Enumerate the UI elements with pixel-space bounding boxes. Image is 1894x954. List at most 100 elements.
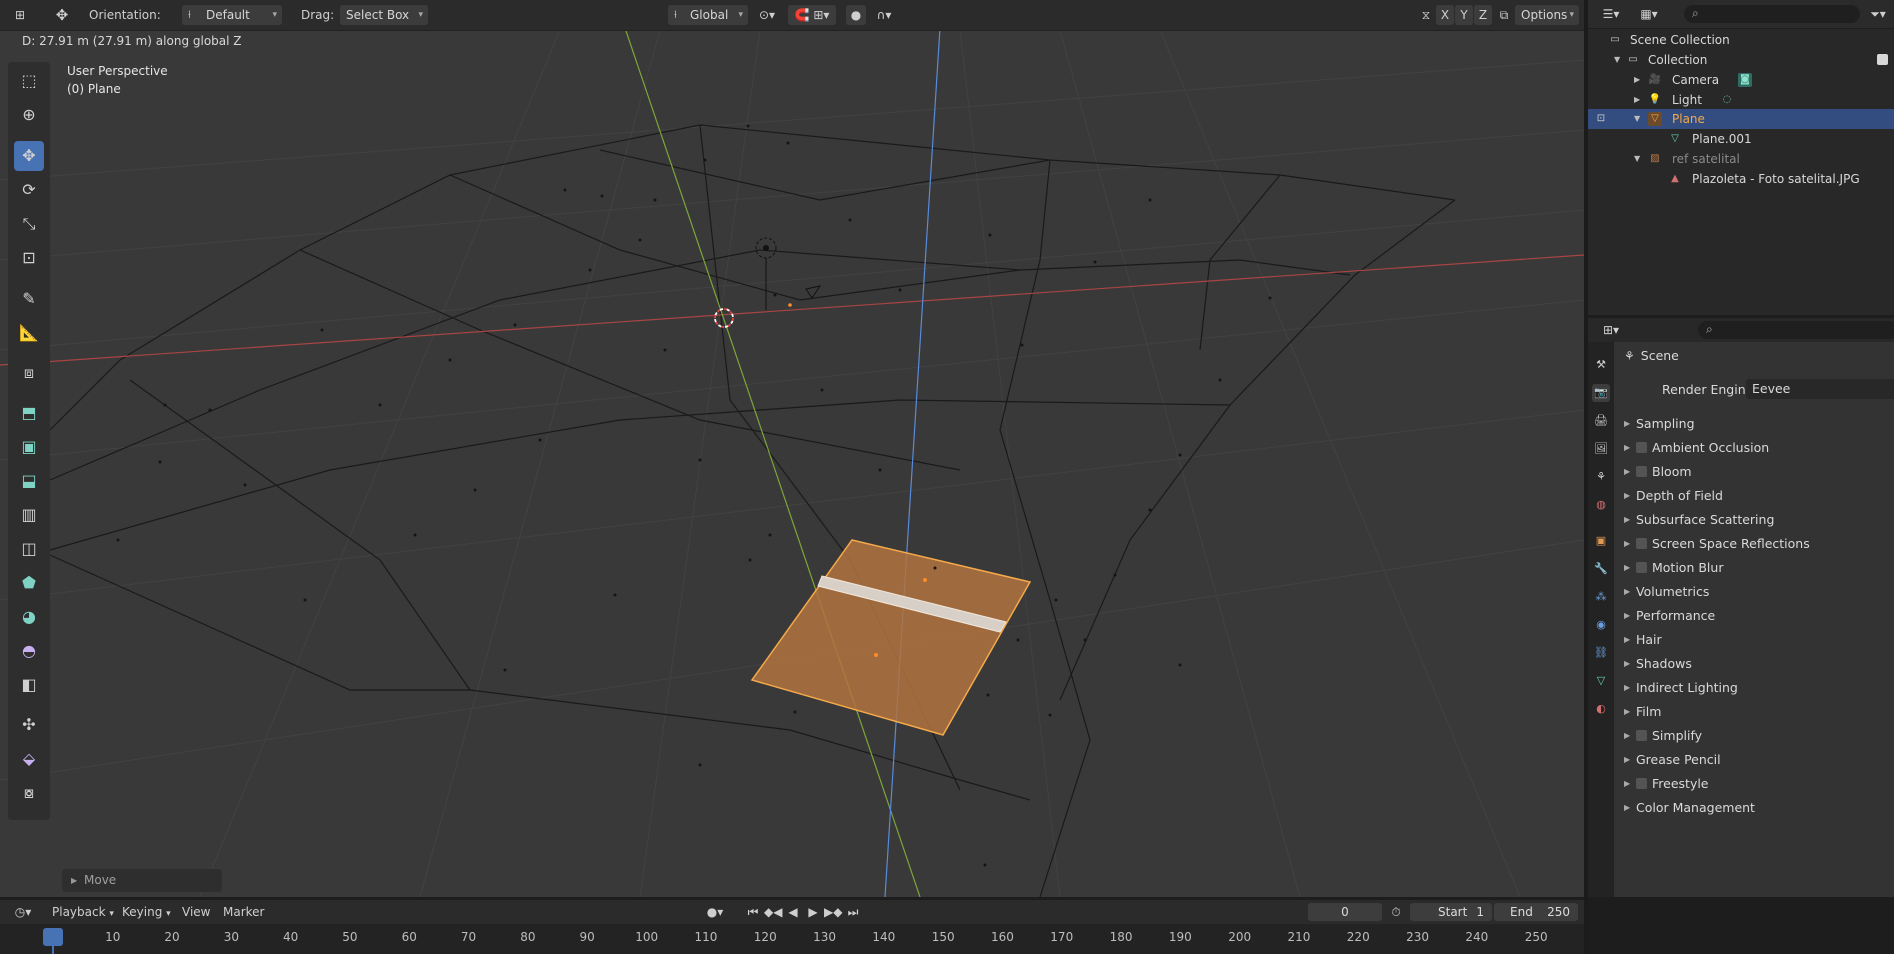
modifier-tab-icon[interactable]: 🔧 — [1592, 560, 1610, 578]
panel-subsurface-scattering[interactable]: ▶ Subsurface Scattering — [1614, 508, 1894, 532]
annotate-tool-icon[interactable]: ✎ — [14, 284, 44, 314]
axis-y-button[interactable]: Y — [1455, 5, 1473, 25]
transform-space-dropdown[interactable]: ⟊ Global ▾ — [668, 5, 748, 25]
pivot-point-icon[interactable]: ⊙▾ — [752, 5, 782, 25]
panel-film[interactable]: ▶ Film — [1614, 700, 1894, 724]
rotate-tool-icon[interactable]: ⟳ — [14, 175, 44, 205]
smooth-tool-icon[interactable]: ◓ — [14, 636, 44, 666]
scene-tab-icon[interactable]: ⚘ — [1592, 468, 1610, 486]
panel-enable-checkbox[interactable] — [1636, 562, 1647, 573]
panel-enable-checkbox[interactable] — [1636, 538, 1647, 549]
extrude-tool-icon[interactable]: ⬒ — [14, 398, 44, 428]
start-frame-field[interactable]: Start 1 — [1410, 903, 1492, 921]
stopwatch-icon[interactable]: ⏱ — [1386, 902, 1406, 922]
editor-type-icon[interactable]: ◷▾ — [8, 902, 38, 922]
editor-type-icon[interactable]: ☰▾ — [1596, 4, 1626, 24]
world-tab-icon[interactable]: ◍ — [1592, 496, 1610, 514]
3d-viewport[interactable]: ⊞ ✥ Orientation: ⟊ Default ▾ Drag: Selec… — [0, 0, 1584, 897]
outliner-row-camera[interactable]: ▶ 🎥 Camera ◙ — [1588, 70, 1894, 90]
shrink-fatten-tool-icon[interactable]: ✣ — [14, 710, 44, 740]
properties-search-input[interactable]: ⌕ — [1698, 321, 1894, 339]
filter-icon[interactable]: ⏷▾ — [1864, 4, 1892, 24]
move-tool-icon[interactable]: ✥ — [50, 5, 74, 25]
panel-enable-checkbox[interactable] — [1636, 730, 1647, 741]
panel-simplify[interactable]: ▶ Simplify — [1614, 724, 1894, 748]
data-tab-icon[interactable]: ▽ — [1592, 672, 1610, 690]
outliner-row-plane-001[interactable]: ▽ Plane.001 — [1588, 129, 1894, 149]
auto-merge-icon[interactable]: ⧉ — [1495, 5, 1513, 25]
outliner-row-collection[interactable]: ▼ ▭ Collection — [1588, 50, 1894, 70]
constraints-tab-icon[interactable]: ⛓ — [1592, 644, 1610, 662]
edge-slide-tool-icon[interactable]: ◧ — [14, 670, 44, 700]
timeline-ruler[interactable]: 0102030405060708090100110120130140150160… — [0, 924, 1584, 954]
bevel-tool-icon[interactable]: ⬓ — [14, 466, 44, 496]
object-tab-icon[interactable]: ▣ — [1592, 532, 1610, 550]
chevron-down-icon[interactable]: ▼ — [1614, 50, 1620, 70]
jump-end-icon[interactable]: ⏭ — [844, 902, 862, 922]
measure-tool-icon[interactable]: 📐 — [14, 318, 44, 348]
edit-mode-icon[interactable]: ⊡ — [1594, 112, 1608, 126]
play-reverse-icon[interactable]: ◀ — [784, 902, 802, 922]
axis-z-button[interactable]: Z — [1474, 5, 1492, 25]
transform-tool-icon[interactable]: ⊡ — [14, 243, 44, 273]
playback-menu[interactable]: Playback ▾ — [52, 902, 114, 922]
record-icon[interactable]: ●▾ — [700, 902, 730, 922]
exclude-checkbox[interactable] — [1877, 54, 1888, 65]
outliner-row-light[interactable]: ▶ 💡 Light ◌ — [1588, 90, 1894, 110]
poly-build-tool-icon[interactable]: ⬟ — [14, 568, 44, 598]
knife-tool-icon[interactable]: ◫ — [14, 534, 44, 564]
snap-icon[interactable]: 🧲 ⊞▾ — [788, 5, 836, 25]
jump-keyframe-forward-icon[interactable]: ▶◆ — [824, 902, 842, 922]
panel-shadows[interactable]: ▶ Shadows — [1614, 652, 1894, 676]
add-cube-tool-icon[interactable]: ⧈ — [14, 358, 44, 388]
rip-region-tool-icon[interactable]: ⧇ — [14, 778, 44, 808]
outliner-row-ref-satelital[interactable]: ▼ ▨ ref satelital — [1588, 149, 1894, 169]
outliner-row-scene-collection[interactable]: ▭ Scene Collection — [1588, 30, 1894, 50]
end-frame-field[interactable]: End 250 — [1494, 903, 1578, 921]
panel-hair[interactable]: ▶ Hair — [1614, 628, 1894, 652]
physics-tab-icon[interactable]: ◉ — [1592, 616, 1610, 634]
panel-sampling[interactable]: ▶ Sampling — [1614, 412, 1894, 436]
display-mode-icon[interactable]: ▦▾ — [1632, 4, 1666, 24]
outliner-row-plane[interactable]: ⊡ ▼ ▽ Plane — [1588, 109, 1894, 129]
view-menu[interactable]: View — [182, 902, 210, 922]
view-layer-tab-icon[interactable]: 🖼 — [1592, 440, 1610, 458]
playhead[interactable] — [43, 928, 63, 946]
last-operator-panel[interactable]: ▶ Move — [62, 869, 222, 892]
material-tab-icon[interactable]: ◐ — [1592, 700, 1610, 718]
chevron-down-icon[interactable]: ▼ — [1634, 149, 1640, 169]
chevron-right-icon[interactable]: ▶ — [1634, 70, 1640, 90]
panel-motion-blur[interactable]: ▶ Motion Blur — [1614, 556, 1894, 580]
drag-dropdown[interactable]: Select Box ▾ — [340, 5, 428, 25]
panel-ambient-occlusion[interactable]: ▶ Ambient Occlusion — [1614, 436, 1894, 460]
loop-cut-tool-icon[interactable]: ▥ — [14, 500, 44, 530]
shear-tool-icon[interactable]: ⬙ — [14, 744, 44, 774]
editor-type-icon[interactable]: ⊞ — [8, 5, 32, 25]
panel-enable-checkbox[interactable] — [1636, 466, 1647, 477]
orientation-dropdown[interactable]: ⟊ Default ▾ — [182, 5, 282, 25]
camera-object[interactable] — [805, 285, 822, 299]
panel-enable-checkbox[interactable] — [1636, 442, 1647, 453]
move-tool-icon[interactable]: ✥ — [14, 141, 44, 171]
mirror-icon[interactable]: ⧖ — [1416, 5, 1436, 25]
jump-keyframe-back-icon[interactable]: ◆◀ — [764, 902, 782, 922]
light-object[interactable] — [755, 237, 777, 310]
editor-type-icon[interactable]: ⊞▾ — [1596, 320, 1626, 340]
panel-freestyle[interactable]: ▶ Freestyle — [1614, 772, 1894, 796]
panel-screen-space-reflections[interactable]: ▶ Screen Space Reflections — [1614, 532, 1894, 556]
spin-tool-icon[interactable]: ◕ — [14, 602, 44, 632]
scale-tool-icon[interactable]: ⤡ — [14, 209, 44, 239]
play-icon[interactable]: ▶ — [804, 902, 822, 922]
panel-enable-checkbox[interactable] — [1636, 778, 1647, 789]
cursor-tool-icon[interactable]: ⊕ — [14, 100, 44, 130]
axis-x-button[interactable]: X — [1436, 5, 1454, 25]
marker-menu[interactable]: Marker — [223, 902, 264, 922]
panel-volumetrics[interactable]: ▶ Volumetrics — [1614, 580, 1894, 604]
chevron-down-icon[interactable]: ▼ — [1634, 109, 1640, 129]
output-tab-icon[interactable]: 🖨 — [1592, 412, 1610, 430]
panel-indirect-lighting[interactable]: ▶ Indirect Lighting — [1614, 676, 1894, 700]
panel-performance[interactable]: ▶ Performance — [1614, 604, 1894, 628]
selected-plane[interactable] — [750, 539, 1032, 736]
inset-tool-icon[interactable]: ▣ — [14, 432, 44, 462]
chevron-right-icon[interactable]: ▶ — [1634, 90, 1640, 110]
